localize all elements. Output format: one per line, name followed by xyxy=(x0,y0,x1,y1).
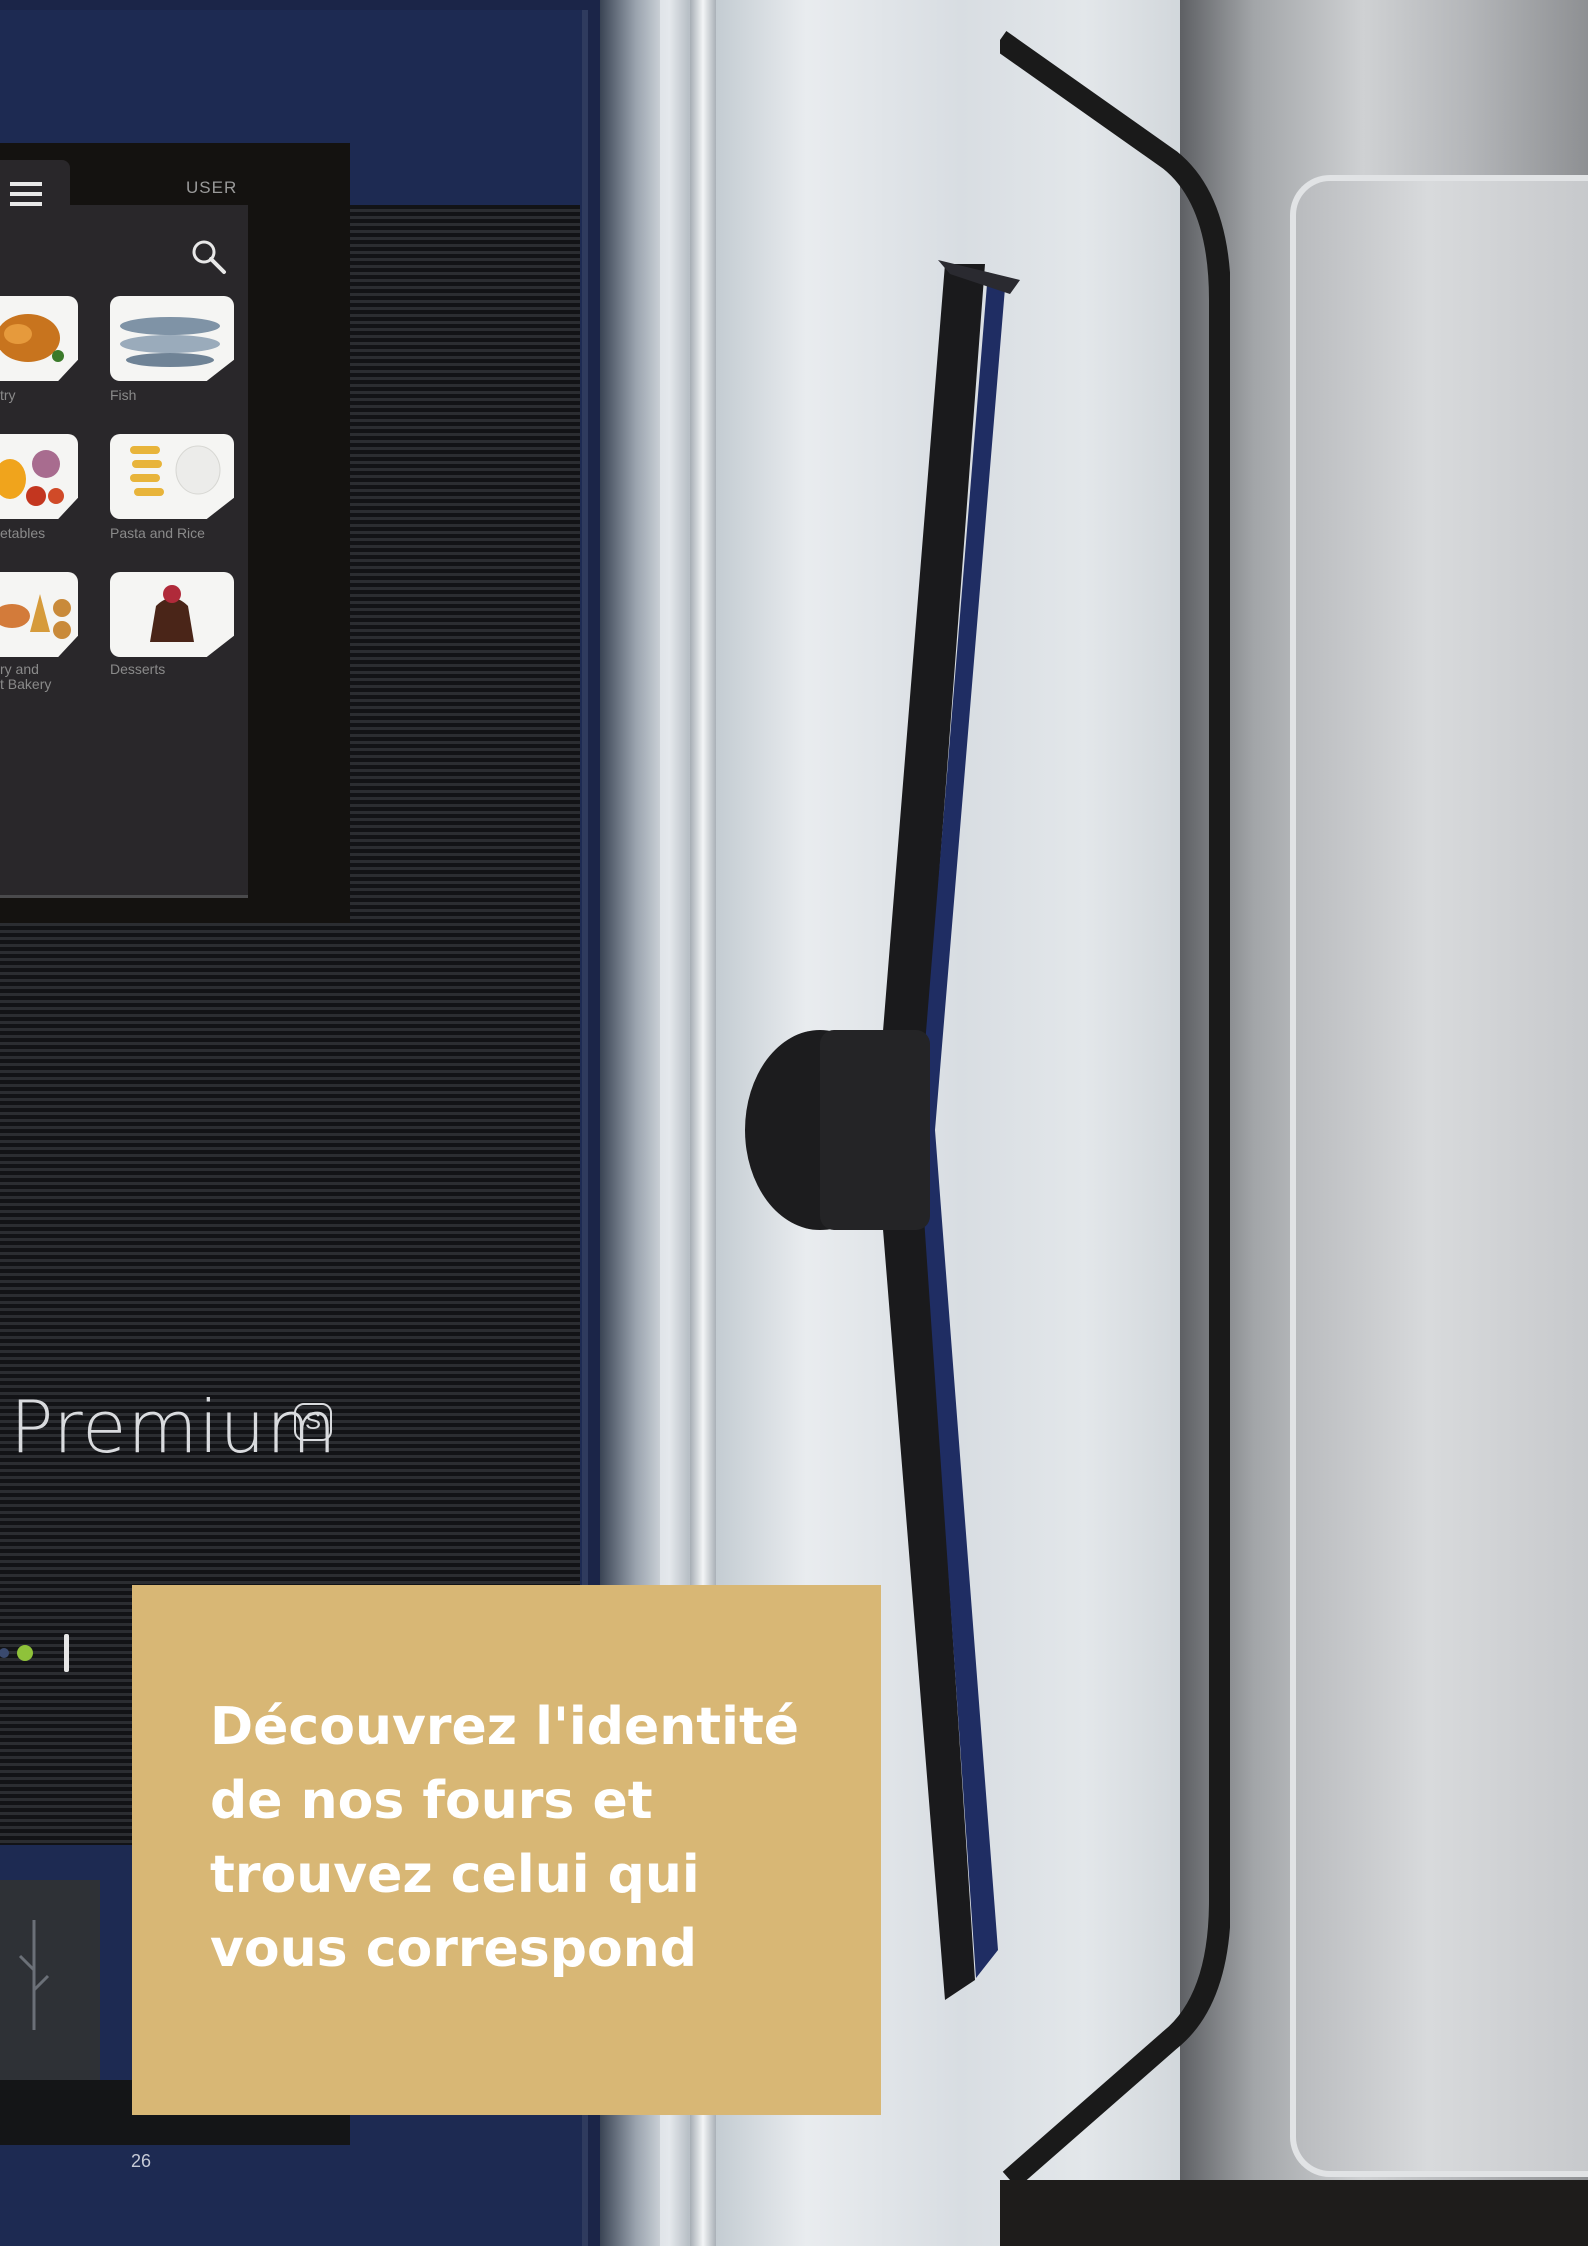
tile-label-bakery: ry and t Bakery xyxy=(0,661,52,692)
page-number: 26 xyxy=(131,2151,152,2171)
callout-line-4: vous correspond xyxy=(210,1919,697,1979)
callout-line-1: Découvrez l'identité xyxy=(210,1697,800,1757)
menu-icon[interactable] xyxy=(10,182,42,208)
tile-vegetables[interactable] xyxy=(0,434,78,519)
poultry-icon xyxy=(0,314,64,362)
tile-bakery[interactable] xyxy=(0,572,78,657)
tile-label-desserts: Desserts xyxy=(110,661,166,677)
tile-poultry[interactable] xyxy=(0,296,78,381)
oven-bottom-bar xyxy=(1000,2180,1588,2246)
usb-port xyxy=(0,1880,100,2080)
callout-line-2: de nos fours et xyxy=(210,1771,653,1831)
fish-icon xyxy=(120,317,220,367)
tile-pasta[interactable] xyxy=(110,434,234,519)
callout-text: Découvrez l'identité de nos fours et tro… xyxy=(210,1690,830,1986)
tile-label-vegetables: etables xyxy=(0,525,46,541)
search-icon[interactable] xyxy=(190,238,228,276)
tile-label-pasta: Pasta and Rice xyxy=(110,525,205,541)
status-led-icon xyxy=(0,1634,69,1672)
oven-tray xyxy=(1290,175,1588,2177)
usb-icon xyxy=(18,1920,50,2030)
brand-name: Premium xyxy=(10,1385,338,1469)
vegetables-icon xyxy=(0,450,64,506)
tile-label-fish: Fish xyxy=(110,387,137,403)
callout-line-3: trouvez celui qui xyxy=(210,1845,700,1905)
user-label[interactable]: USER xyxy=(186,178,237,198)
brand-mark: S xyxy=(294,1403,332,1441)
bakery-icon xyxy=(0,594,71,639)
dessert-icon xyxy=(150,585,194,642)
tile-label-poultry: try xyxy=(0,387,16,403)
tile-fish[interactable] xyxy=(110,296,234,381)
pasta-icon xyxy=(130,445,221,496)
tile-desserts[interactable] xyxy=(110,572,234,657)
